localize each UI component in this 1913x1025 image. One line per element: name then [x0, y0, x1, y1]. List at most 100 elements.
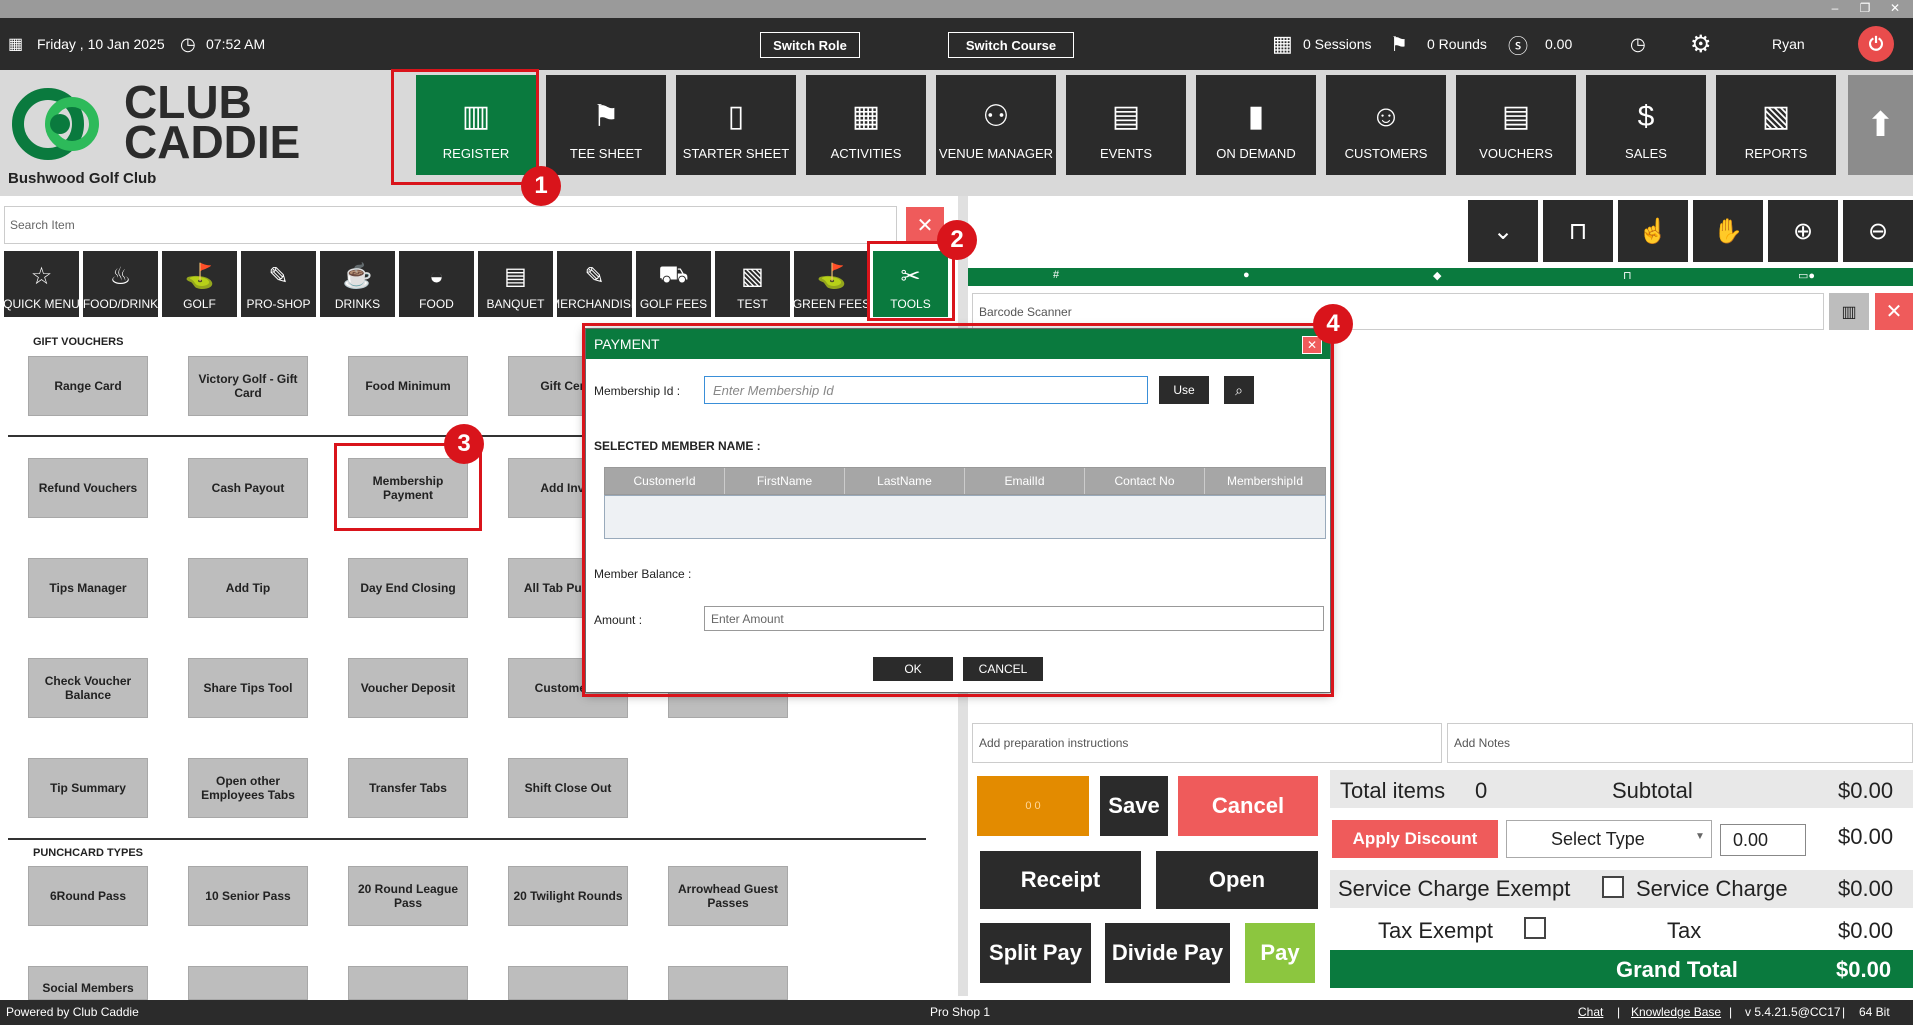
- tile-range-card[interactable]: Range Card: [28, 356, 148, 416]
- barcode-icon[interactable]: ▥: [1829, 293, 1869, 330]
- tile-tips-manager[interactable]: Tips Manager: [28, 558, 148, 618]
- tile-tip-summary[interactable]: Tip Summary: [28, 758, 148, 818]
- discount-type-select[interactable]: Select Type ▼: [1506, 820, 1712, 858]
- module-on-demand[interactable]: ▮ ON DEMAND: [1196, 75, 1316, 175]
- module-customers[interactable]: ☺ CUSTOMERS: [1326, 75, 1446, 175]
- divide-pay-button[interactable]: Divide Pay: [1105, 923, 1230, 983]
- burger-icon: ◒: [429, 263, 444, 290]
- minimize-button[interactable]: –: [1822, 0, 1848, 18]
- status-footer: Powered by Club Caddie Pro Shop 1 Chat |…: [0, 1000, 1913, 1025]
- restore-button[interactable]: ❐: [1852, 0, 1878, 18]
- category-food[interactable]: ◒ FOOD: [399, 251, 474, 317]
- table-icon[interactable]: ⊓: [1543, 200, 1613, 262]
- module-tee-sheet[interactable]: ⚑ TEE SHEET: [546, 75, 666, 175]
- tile-20-twilight-rounds[interactable]: 20 Twilight Rounds: [508, 866, 628, 926]
- subtotal-label: Subtotal: [1612, 778, 1693, 803]
- tile-check-voucher-balance[interactable]: Check Voucher Balance: [28, 658, 148, 718]
- preparation-instructions-input[interactable]: Add preparation instructions: [972, 723, 1442, 763]
- receipt-button[interactable]: Receipt: [980, 851, 1141, 909]
- category-pro-shop[interactable]: ✎ PRO-SHOP: [241, 251, 316, 317]
- tile-transfer-tabs[interactable]: Transfer Tabs: [348, 758, 468, 818]
- current-date: Friday , 10 Jan 2025: [37, 36, 165, 52]
- category-banquet[interactable]: ▤ BANQUET: [478, 251, 553, 317]
- tile-day-end-closing[interactable]: Day End Closing: [348, 558, 468, 618]
- item-counter[interactable]: 0 0: [977, 776, 1089, 836]
- tax-exempt-checkbox[interactable]: [1524, 917, 1546, 939]
- star-icon: ☆: [30, 263, 53, 290]
- category-green-fees[interactable]: ⛳ GREEN FEES: [794, 251, 869, 317]
- module-venue-manager[interactable]: ⚇ VENUE MANAGER: [936, 75, 1056, 175]
- search-input[interactable]: Search Item: [4, 206, 897, 244]
- tax-label: Tax: [1667, 918, 1702, 943]
- hash-icon: #: [1053, 269, 1060, 281]
- module-reports[interactable]: ▧ REPORTS: [1716, 75, 1836, 175]
- section-divider: [8, 838, 926, 840]
- clock-icon: ◷: [180, 33, 196, 54]
- hand-card-icon[interactable]: ✋: [1693, 200, 1763, 262]
- rounds-count[interactable]: 0 Rounds: [1427, 18, 1487, 70]
- scroll-up-arrow-icon[interactable]: ⬆: [1848, 75, 1913, 175]
- tile-cash-payout[interactable]: Cash Payout: [188, 458, 308, 518]
- category-drinks[interactable]: ☕ DRINKS: [320, 251, 395, 317]
- tile-10-senior-pass[interactable]: 10 Senior Pass: [188, 866, 308, 926]
- tile-partial[interactable]: [188, 966, 308, 1000]
- tile-6round-pass[interactable]: 6Round Pass: [28, 866, 148, 926]
- clear-barcode-icon[interactable]: ✕: [1875, 293, 1913, 330]
- category-test[interactable]: ▧ TEST: [715, 251, 790, 317]
- tile-partial[interactable]: [668, 966, 788, 1000]
- tile-add-tip[interactable]: Add Tip: [188, 558, 308, 618]
- sessions-count[interactable]: 0 Sessions: [1303, 18, 1371, 70]
- apply-discount-button[interactable]: Apply Discount: [1332, 820, 1498, 858]
- document-icon: ▤: [504, 263, 527, 290]
- tile-food-minimum[interactable]: Food Minimum: [348, 356, 468, 416]
- category-quick-menu[interactable]: ☆ QUICK MENU: [4, 251, 79, 317]
- tile-victory-golf-gift-card[interactable]: Victory Golf - Gift Card: [188, 356, 308, 416]
- pay-button[interactable]: Pay: [1245, 923, 1315, 983]
- tile-social-members[interactable]: Social Members: [28, 966, 148, 1000]
- plus-circle-icon[interactable]: ⊕: [1768, 200, 1838, 262]
- tile-shift-close-out[interactable]: Shift Close Out: [508, 758, 628, 818]
- card-person-icon: ▭●: [1798, 270, 1816, 282]
- open-button[interactable]: Open: [1156, 851, 1318, 909]
- module-sales[interactable]: $ SALES: [1586, 75, 1706, 175]
- module-events[interactable]: ▤ EVENTS: [1066, 75, 1186, 175]
- switch-course-button[interactable]: Switch Course: [948, 32, 1074, 58]
- cancel-order-button[interactable]: Cancel: [1178, 776, 1318, 836]
- section-gift-vouchers: GIFT VOUCHERS: [33, 336, 124, 348]
- tile-open-other-employees-tabs[interactable]: Open other Employees Tabs: [188, 758, 308, 818]
- tile-voucher-deposit[interactable]: Voucher Deposit: [348, 658, 468, 718]
- notes-input[interactable]: Add Notes: [1447, 723, 1913, 763]
- tile-20-round-league-pass[interactable]: 20 Round League Pass: [348, 866, 468, 926]
- chat-link[interactable]: Chat: [1578, 1005, 1603, 1019]
- service-charge-label: Service Charge: [1636, 876, 1788, 901]
- minus-circle-icon[interactable]: ⊖: [1843, 200, 1913, 262]
- category-food-drink[interactable]: ♨ FOOD/DRINK: [83, 251, 158, 317]
- module-activities[interactable]: ▦ ACTIVITIES: [806, 75, 926, 175]
- category-golf-fees[interactable]: ⛟ GOLF FEES: [636, 251, 711, 317]
- tile-arrowhead-guest-passes[interactable]: Arrowhead Guest Passes: [668, 866, 788, 926]
- close-window-button[interactable]: ✕: [1882, 0, 1908, 18]
- hand-pointer-icon[interactable]: ☝: [1618, 200, 1688, 262]
- category-golf[interactable]: ⛳ GOLF: [162, 251, 237, 317]
- tile-refund-vouchers[interactable]: Refund Vouchers: [28, 458, 148, 518]
- knowledge-base-link[interactable]: Knowledge Base: [1631, 1005, 1721, 1019]
- split-pay-button[interactable]: Split Pay: [980, 923, 1091, 983]
- module-vouchers[interactable]: ▤ VOUCHERS: [1456, 75, 1576, 175]
- chevron-down-icon[interactable]: ⌄: [1468, 200, 1538, 262]
- dollar-circle-icon: ⓢ: [1508, 35, 1528, 58]
- tag-icon: ◆: [1433, 270, 1442, 282]
- discount-value-input[interactable]: 0.00: [1720, 824, 1806, 856]
- gear-icon[interactable]: ⚙: [1690, 18, 1712, 70]
- save-button[interactable]: Save: [1100, 776, 1168, 836]
- switch-role-button[interactable]: Switch Role: [760, 32, 860, 58]
- category-merchandise[interactable]: ✎MERCHANDISE: [557, 251, 632, 317]
- version-text: v 5.4.21.5@CC17: [1745, 1005, 1841, 1019]
- tile-partial[interactable]: [508, 966, 628, 1000]
- power-icon[interactable]: ⏻: [1858, 26, 1894, 62]
- module-starter-sheet[interactable]: ▯ STARTER SHEET: [676, 75, 796, 175]
- user-name[interactable]: Ryan: [1772, 18, 1805, 70]
- tile-partial[interactable]: [348, 966, 468, 1000]
- tile-share-tips-tool[interactable]: Share Tips Tool: [188, 658, 308, 718]
- history-clock-icon[interactable]: ◷: [1630, 18, 1646, 70]
- service-charge-exempt-checkbox[interactable]: [1602, 876, 1624, 898]
